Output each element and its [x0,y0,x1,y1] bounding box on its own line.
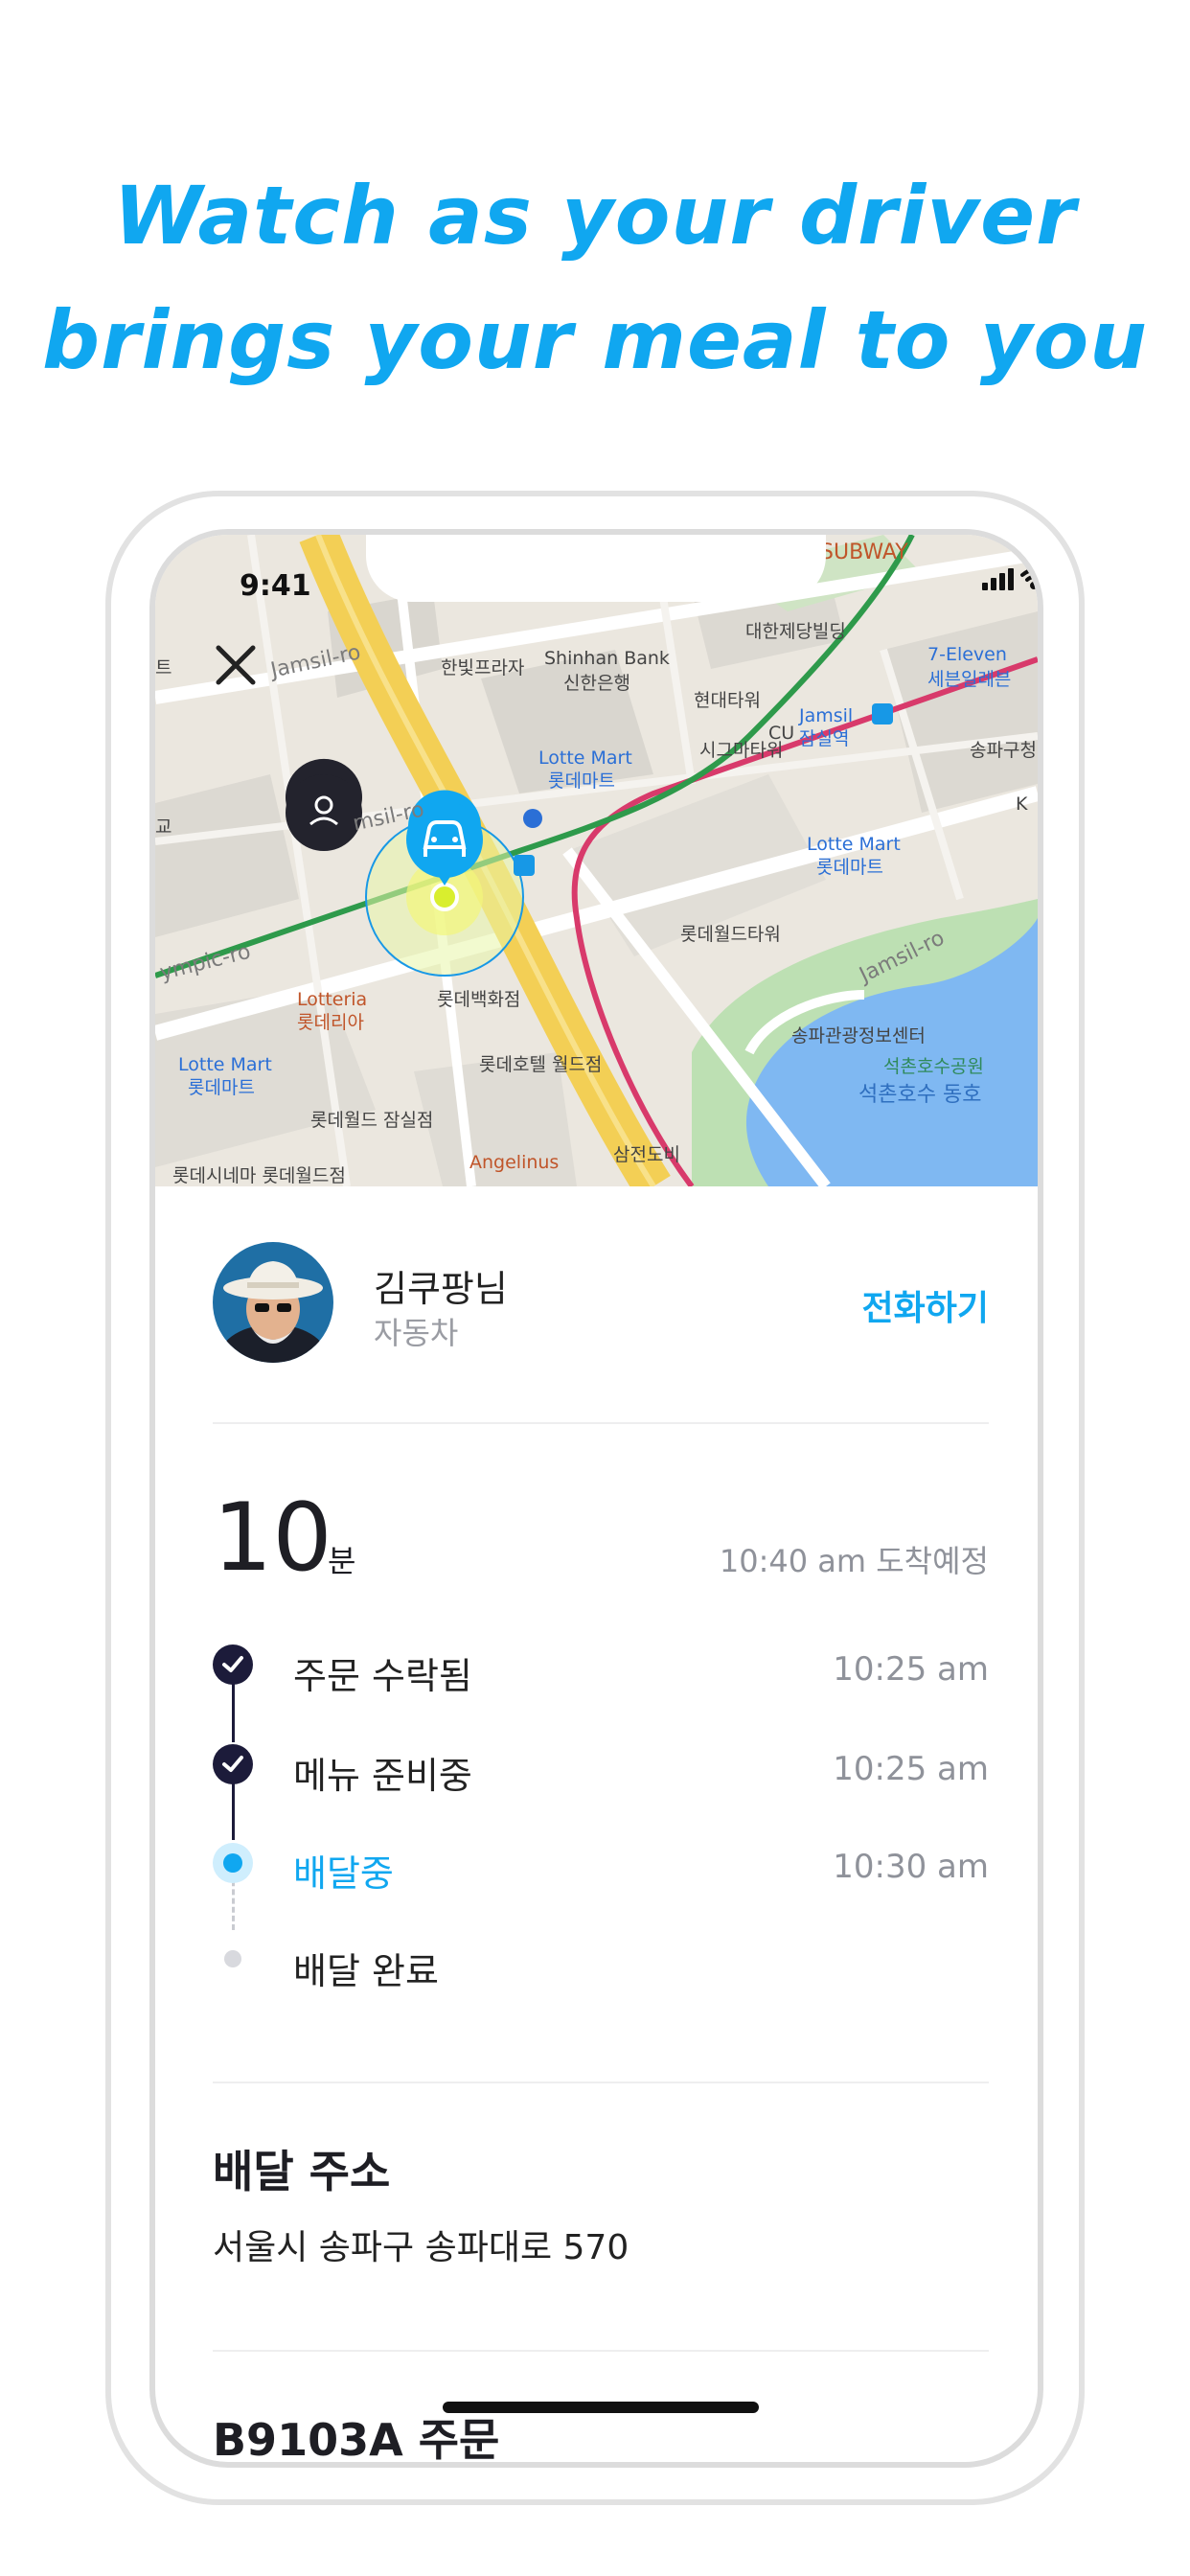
delivery-address: 서울시 송파구 송파대로 570 [213,2228,629,2267]
eta-arrival-time: 10:40 am 도착예정 [719,1543,989,1579]
headline-line-2: brings your meal to you [41,293,1149,387]
map-label-lotte-mart-3-ko: 롯데마트 [188,1077,255,1098]
eta-unit: 분 [328,1543,356,1579]
status-time: 9:41 [240,569,311,603]
map-label-gyo: 교 [155,816,172,838]
phone-screen: SUBWAY 대한제당빌딩 7-Eleven 세븐일레븐 Jamsil-ro 한… [149,529,1043,2468]
map-label-hyundai: 현대타워 [694,690,761,711]
divider [213,2082,989,2083]
map-label-7eleven-ko: 세븐일레븐 [927,669,1012,690]
home-indicator[interactable] [443,2402,759,2413]
step-pending-dot-icon [224,1950,241,1967]
map-label-seokchon-east: 석촌호수 동호 [858,1083,982,1107]
map-label-lotte-mart-1-ko: 롯데마트 [548,770,615,792]
map-label-lotte-hotel: 롯데호텔 월드점 [479,1054,603,1075]
map-label-teu: 트 [155,657,172,678]
step-time: 10:25 am [833,1650,989,1689]
map-label-lotte-mart-3-en: Lotte Mart [178,1054,272,1075]
signal-icon [982,568,1014,590]
map-label-7eleven-en: 7-Eleven [927,644,1007,665]
map-label-lotte-mart-1-en: Lotte Mart [538,748,632,769]
map-label-lotte-cinema: 롯데시네마 롯데월드점 [172,1165,346,1186]
map-label-jamsil-station-en: Jamsil [799,705,854,726]
map-label-songpa-gu: 송파구청 [970,740,1037,761]
driver-vehicle: 자동차 [374,1315,459,1351]
map-label-lotte-mart-2-ko: 롯데마트 [816,857,883,878]
close-icon [216,645,256,685]
call-driver-button[interactable]: 전화하기 [862,1280,989,1330]
map-label-shinhan-ko: 신한은행 [563,673,630,694]
close-button[interactable] [209,638,263,692]
map-label-cu: CU [768,723,795,744]
map-label-seokchon-park: 석촌호수공원 [883,1056,984,1077]
driver-name: 김쿠팡님 [374,1268,508,1310]
map-label-jamsil-station-ko: 잠실역 [799,728,850,749]
divider [213,2350,989,2352]
map-label-lotte-dept: 롯데백화점 [437,989,521,1010]
step-label-active: 배달중 [293,1852,394,1895]
map-label-songpa-office: 송파관광정보센터 [791,1025,926,1046]
address-title: 배달 주소 [213,2146,391,2197]
step-active-dot-icon [213,1843,253,1883]
order-title: B9103A 주문 [213,2414,500,2462]
step-done-check-icon [213,1644,253,1685]
step-done-check-icon [213,1744,253,1784]
headline-line-1: Watch as your driver [113,169,1077,263]
map-label-daehan: 대한제당빌딩 [745,621,846,642]
step-label: 주문 수락됨 [293,1655,472,1697]
map-label-lotteria-ko: 롯데리아 [297,1012,364,1033]
map-label-lotte-mart-2-en: Lotte Mart [807,834,901,855]
delivery-map[interactable]: SUBWAY 대한제당빌딩 7-Eleven 세븐일레븐 Jamsil-ro 한… [155,535,1038,1186]
map-label-lotteworld-tower: 롯데월드타워 [680,924,781,945]
map-label-lotteworld-jamsil: 롯데월드 잠실점 [310,1110,434,1131]
map-label-hanbit: 한빛프라자 [441,657,525,678]
map-label-shinhan-en: Shinhan Bank [544,648,670,669]
step-time: 10:30 am [833,1848,989,1886]
map-label-samjeon: 삼전도비 [613,1144,680,1165]
driver-avatar [213,1242,333,1363]
promo-headline: Watch as your driver brings your meal to… [0,153,1190,402]
driver-card: 김쿠팡님 자동차 전화하기 [213,1242,989,1367]
step-time: 10:25 am [833,1750,989,1788]
divider [213,1422,989,1424]
map-label-subway: SUBWAY [820,540,908,564]
map-label-k: K [1016,794,1028,815]
wifi-icon [1020,568,1038,589]
map-label-lotteria-en: Lotteria [297,989,368,1010]
step-label: 배달 완료 [293,1950,439,1992]
phone-notch [366,535,826,602]
eta-minutes: 10 [213,1484,332,1593]
map-label-angelinus: Angelinus [469,1152,560,1173]
step-label: 메뉴 준비중 [293,1755,472,1797]
